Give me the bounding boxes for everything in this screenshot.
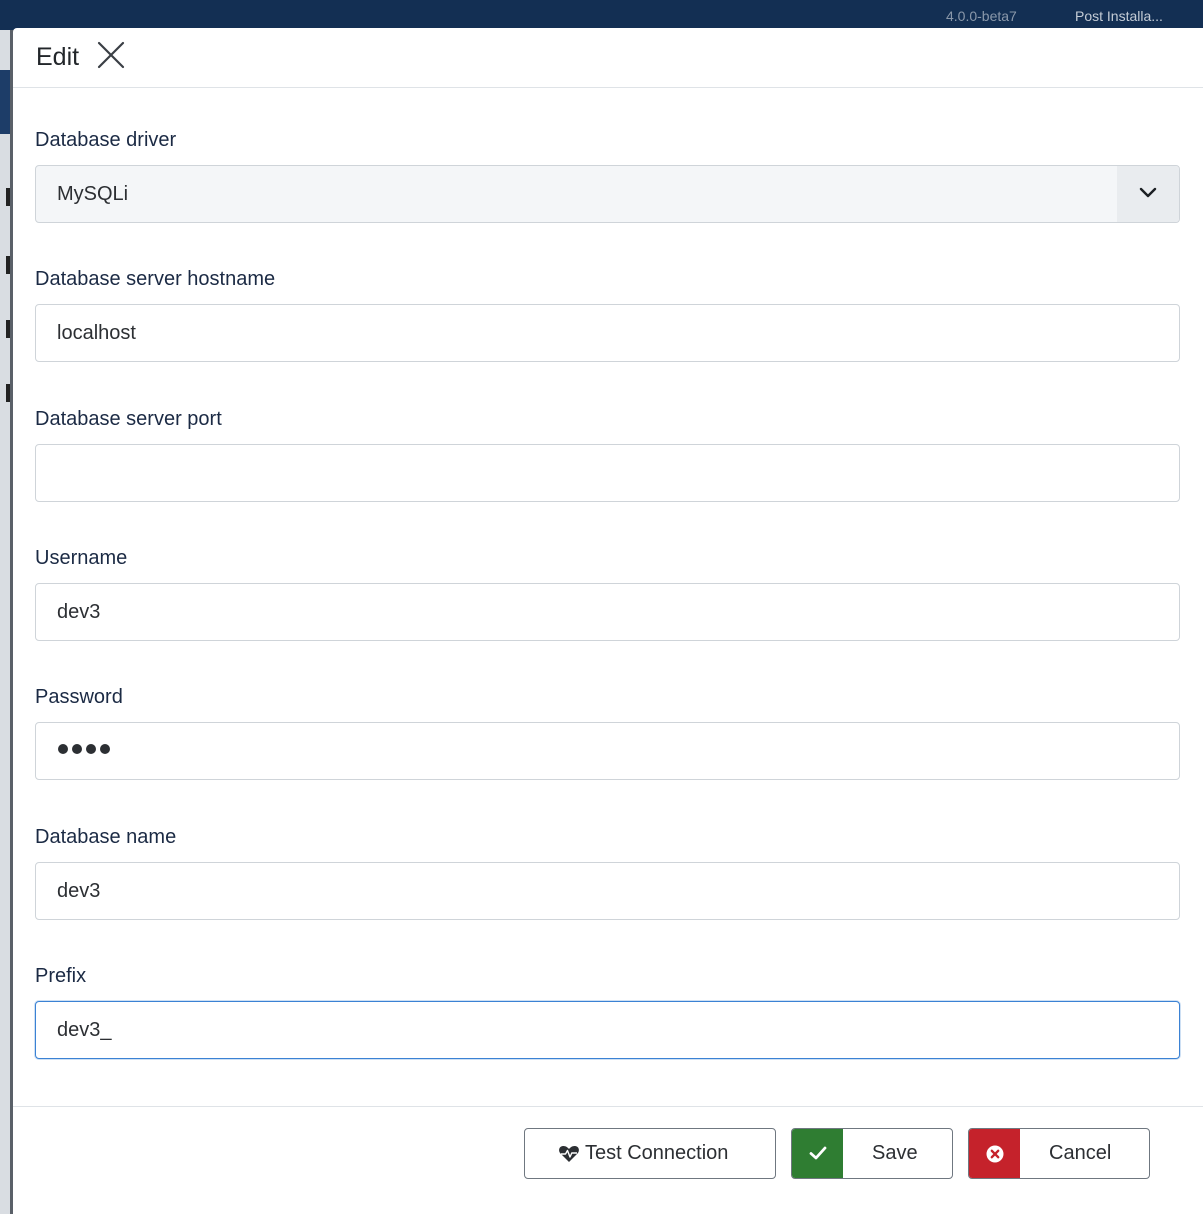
- cancel-label: Cancel: [1049, 1142, 1112, 1164]
- port-label: Database server port: [35, 408, 222, 430]
- database-driver-value: MySQLi: [57, 183, 129, 205]
- username-label: Username: [35, 547, 128, 569]
- modal-title: Edit: [36, 43, 80, 71]
- sidebar-marker: [6, 384, 10, 402]
- cancel-icon-box: [969, 1129, 1020, 1178]
- prefix-label: Prefix: [35, 965, 87, 987]
- database-name-group: Database name: [35, 823, 1180, 920]
- database-driver-select[interactable]: MySQLi: [35, 165, 1180, 223]
- close-icon[interactable]: [97, 41, 125, 69]
- database-name-label: Database name: [35, 826, 177, 848]
- database-driver-label: Database driver: [35, 129, 177, 151]
- database-name-input[interactable]: [35, 862, 1180, 920]
- prefix-group: Prefix: [35, 962, 1180, 1059]
- background-sidebar: [0, 30, 10, 1214]
- port-input[interactable]: [35, 444, 1180, 502]
- modal-header: Edit: [13, 28, 1203, 88]
- password-input[interactable]: [35, 722, 1180, 780]
- hostname-group: Database server hostname: [35, 265, 1180, 362]
- sidebar-marker: [6, 320, 10, 338]
- username-input[interactable]: [35, 583, 1180, 641]
- chevron-down-icon: [1139, 187, 1157, 198]
- modal-footer: Test Connection Save Cancel: [13, 1106, 1203, 1214]
- username-group: Username: [35, 544, 1180, 641]
- port-group: Database server port: [35, 405, 1180, 502]
- database-driver-group: Database driver MySQLi: [35, 126, 1180, 223]
- sidebar-marker: [6, 188, 10, 206]
- heartbeat-icon: [558, 1145, 580, 1169]
- background-topbar: 4.0.0-beta7 Post Installa...: [0, 0, 1203, 30]
- times-circle-icon: [986, 1145, 1004, 1163]
- test-connection-label: Test Connection: [585, 1142, 729, 1164]
- sidebar-accent: [0, 70, 10, 134]
- post-installation-link[interactable]: Post Installa...: [1075, 8, 1163, 24]
- test-connection-button[interactable]: Test Connection: [524, 1128, 776, 1179]
- cancel-button[interactable]: Cancel: [968, 1128, 1150, 1179]
- save-label: Save: [872, 1142, 918, 1164]
- save-icon-box: [792, 1129, 843, 1178]
- hostname-label: Database server hostname: [35, 268, 276, 290]
- save-button[interactable]: Save: [791, 1128, 953, 1179]
- version-label: 4.0.0-beta7: [946, 8, 1017, 24]
- hostname-input[interactable]: [35, 304, 1180, 362]
- check-icon: [809, 1146, 827, 1160]
- sidebar-marker: [6, 256, 10, 274]
- password-mask: [58, 744, 110, 754]
- password-label: Password: [35, 686, 123, 708]
- prefix-input[interactable]: [35, 1001, 1180, 1059]
- edit-modal: Edit Database driver MySQLi Database ser…: [13, 28, 1203, 1214]
- password-group: Password: [35, 683, 1180, 780]
- select-arrow[interactable]: [1117, 166, 1179, 222]
